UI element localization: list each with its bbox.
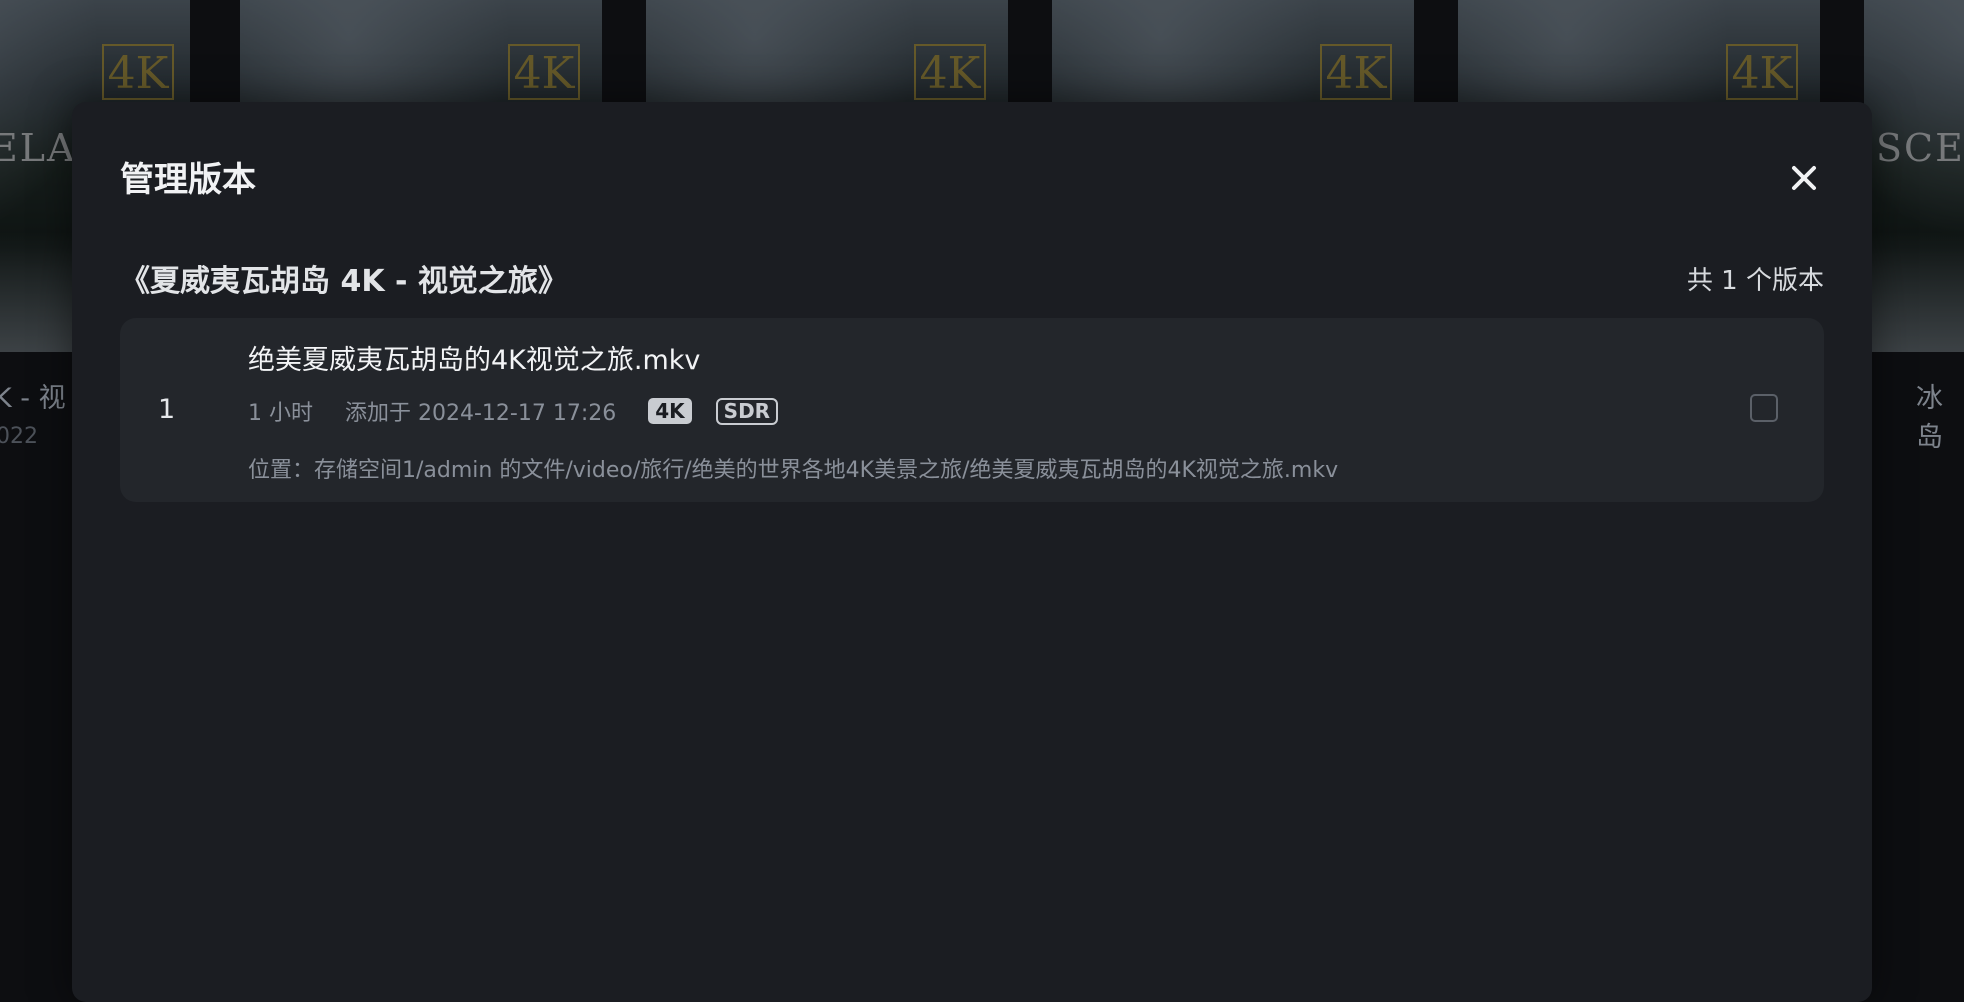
- poster-badge: 4K: [508, 44, 580, 100]
- poster-badge: 4K: [1320, 44, 1392, 100]
- resolution-badge: 4K: [648, 398, 692, 424]
- version-select-checkbox[interactable]: [1750, 394, 1778, 422]
- duration-text: 1 小时: [248, 401, 313, 426]
- poster-title-text: SCEN: [1876, 126, 1964, 170]
- poster-caption: 冰岛: [1916, 383, 1943, 453]
- poster-badge: 4K: [914, 44, 986, 100]
- dynamic-range-badge: SDR: [715, 397, 779, 425]
- close-icon: [1792, 166, 1816, 190]
- version-count: 共 1 个版本: [1686, 266, 1824, 296]
- version-index: 1: [158, 394, 176, 425]
- poster-badge: 4K: [102, 44, 174, 100]
- file-location: 位置：存储空间1/admin 的文件/video/旅行/绝美的世界各地4K美景之…: [248, 458, 1339, 483]
- dialog-title: 管理版本: [120, 160, 256, 200]
- poster-badge: 4K: [1726, 44, 1798, 100]
- poster: SCEN: [1864, 0, 1964, 352]
- movie-title: 《夏威夷瓦胡岛 4K - 视觉之旅》: [120, 264, 568, 299]
- version-meta: 1 小时 添加于 2024-12-17 17:26 4K SDR: [248, 396, 779, 426]
- version-item[interactable]: 1 绝美夏威夷瓦胡岛的4K视觉之旅.mkv 1 小时 添加于 2024-12-1…: [120, 318, 1824, 502]
- close-button[interactable]: [1784, 158, 1824, 198]
- poster-caption: K - 视: [0, 383, 66, 414]
- added-date-text: 添加于 2024-12-17 17:26: [345, 401, 617, 426]
- file-name: 绝美夏威夷瓦胡岛的4K视觉之旅.mkv: [248, 345, 701, 376]
- manage-versions-dialog: 管理版本 《夏威夷瓦胡岛 4K - 视觉之旅》 共 1 个版本 1 绝美夏威夷瓦…: [72, 102, 1872, 1002]
- poster-year: 022: [0, 424, 38, 449]
